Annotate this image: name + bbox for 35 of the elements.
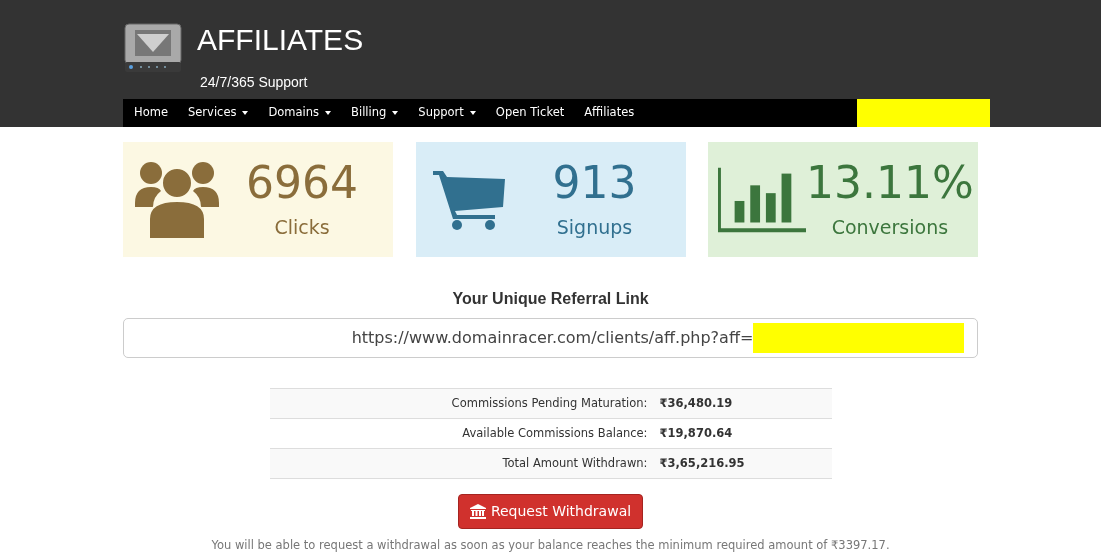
referral-link-field[interactable]: https://www.domainracer.com/clients/aff.php?aff= — [123, 318, 978, 358]
site-tagline: 24/7/365 Support — [200, 73, 309, 92]
row-amount: ₹36,480.19 — [659, 394, 733, 412]
stat-label: Clicks — [274, 215, 330, 241]
nav-link[interactable]: Affiliates — [584, 104, 635, 122]
stat-value: 13.11% — [806, 157, 974, 210]
nav-link[interactable]: Support — [418, 104, 476, 122]
nav-link[interactable]: Open Ticket — [495, 104, 565, 122]
people-icon — [135, 160, 219, 239]
caret-icon — [392, 111, 399, 115]
caret-icon — [325, 111, 332, 115]
stat-value: 913 — [552, 157, 637, 210]
row-amount: ₹19,870.64 — [659, 424, 733, 442]
bar-chart-icon — [718, 166, 806, 233]
nav-link[interactable]: Services — [187, 104, 249, 122]
stat-label: Conversions — [831, 215, 949, 241]
stat-value: 6964 — [246, 157, 358, 210]
nav-link[interactable]: Billing — [351, 104, 399, 122]
row-label: Available Commissions Balance: — [461, 424, 649, 442]
site-title: AFFILIATES — [197, 22, 364, 58]
request-withdrawal-button[interactable]: Request Withdrawal — [457, 494, 644, 529]
bank-icon — [469, 504, 486, 519]
stat-label: Signups — [556, 215, 633, 241]
row-amount: ₹3,65,216.95 — [659, 454, 745, 472]
referral-title: Your Unique Referral Link — [451, 289, 650, 309]
row-label: Commissions Pending Maturation: — [450, 394, 649, 412]
nav-link[interactable]: Domains — [268, 104, 332, 122]
referral-link: https://www.domainracer.com/clients/aff.php?aff= — [351, 327, 754, 349]
row-label: Total Amount Withdrawn: — [501, 454, 649, 472]
server-icon — [123, 22, 183, 74]
withdrawal-note: You will be able to request a withdrawal as soon as your balance reaches the minimum required amount of ₹3397.17. — [210, 537, 891, 554]
cart-icon — [432, 168, 507, 231]
nav-link[interactable]: Home — [134, 104, 168, 122]
caret-icon — [242, 111, 249, 115]
caret-icon — [469, 111, 476, 115]
